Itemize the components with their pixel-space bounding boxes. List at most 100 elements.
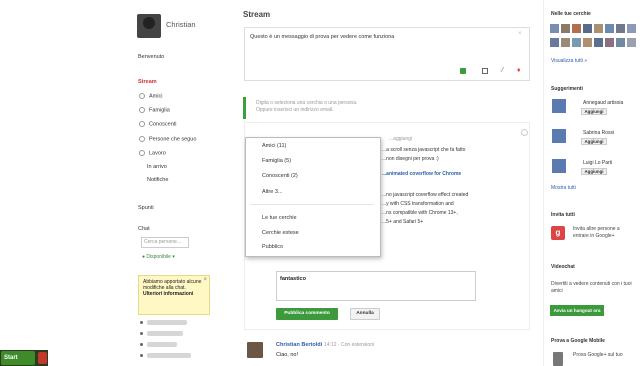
contact-thumb[interactable] [594, 38, 603, 47]
blurred-contact-name [147, 331, 183, 336]
dropdown-item-your-circles[interactable]: Le tue cerchie [262, 215, 297, 221]
recipient-input-hint[interactable]: Digita o seleziona una cerchia o una per… [256, 100, 366, 114]
dropdown-item-acquaintances[interactable]: Conoscenti (2) [262, 173, 298, 179]
show-all-link[interactable]: Mostra tutti [551, 185, 576, 191]
compose-indicator [243, 97, 246, 119]
nav-notifications[interactable]: Notifiche [147, 177, 168, 183]
dropdown-item-family[interactable]: Famiglia (5) [262, 158, 291, 164]
comment-text[interactable]: fantastico [280, 276, 306, 282]
invite-text[interactable]: Invita altre persone a entrare in Google… [573, 226, 635, 239]
chat-status-select[interactable]: ● Disponibile ▾ [142, 254, 175, 260]
post-comment-header: ...aggiungi [389, 136, 413, 142]
contact-thumb[interactable] [561, 38, 570, 47]
contact-thumb[interactable] [594, 24, 603, 33]
notice-text: Abbiamo apportato alcune modifiche alla … [143, 279, 202, 291]
google-mobile-text[interactable]: Prova Google+ sul tuo [573, 352, 639, 359]
circle-picker-dropdown [245, 137, 381, 257]
suggestions-title: Suggerimenti [551, 86, 583, 92]
contact-thumb[interactable] [583, 38, 592, 47]
dropdown-divider [250, 204, 374, 205]
mobile-phone-icon [553, 352, 563, 366]
dropdown-item-more[interactable]: Altre 3... [262, 189, 282, 195]
publish-comment-button[interactable]: Pubblica commento [276, 308, 338, 320]
suggestion-avatar[interactable] [552, 159, 566, 173]
profile-name[interactable]: Christian [166, 20, 196, 29]
nav-stream[interactable]: Stream [138, 79, 157, 85]
post-author-name[interactable]: Christian Bertoldi [276, 342, 322, 348]
post-line: ...y with CSS transformation and [382, 201, 454, 207]
add-suggestion-button[interactable]: Aggiungi [581, 108, 607, 115]
contact-thumb[interactable] [616, 38, 625, 47]
share-text[interactable]: Questo è un messaggio di prova per veder… [250, 34, 394, 40]
nav-welcome[interactable]: Benvenuto [138, 54, 164, 60]
suggestion-avatar[interactable] [552, 129, 566, 143]
suggestion-name[interactable]: Sabrina Rossi [583, 130, 614, 136]
contact-thumb[interactable] [550, 38, 559, 47]
nav-incoming[interactable]: In arrivo [147, 164, 167, 170]
taskbar-app-icon[interactable] [38, 352, 47, 364]
photo-icon[interactable] [460, 68, 466, 74]
presence-dot-icon [140, 343, 143, 346]
comment-textarea[interactable] [276, 271, 476, 301]
chat-search-input[interactable]: Cerca persone... [141, 237, 189, 248]
contact-thumb[interactable] [583, 24, 592, 33]
chat-contact[interactable] [140, 330, 210, 338]
presence-dot-icon [140, 332, 143, 335]
add-suggestion-button[interactable]: Aggiungi [581, 138, 607, 145]
video-icon[interactable] [482, 68, 488, 74]
circle-item-work[interactable]: Lavoro [139, 150, 166, 156]
presence-dot-icon [140, 321, 143, 324]
circle-dot-icon [139, 136, 145, 142]
contact-thumb[interactable] [561, 24, 570, 33]
dropdown-item-extended-circles[interactable]: Cerchie estese [262, 230, 299, 236]
contact-thumb[interactable] [627, 38, 636, 47]
chat-contact[interactable] [140, 341, 210, 349]
contact-thumb[interactable] [627, 24, 636, 33]
blurred-contact-name [147, 342, 177, 347]
dropdown-item-public[interactable]: Pubblico [262, 244, 283, 250]
post-menu-icon[interactable] [521, 129, 528, 136]
suggestion-name[interactable]: Luigi Lo Parti [583, 160, 612, 166]
avatar[interactable] [137, 14, 161, 38]
circle-dot-icon [139, 93, 145, 99]
contact-thumb[interactable] [616, 24, 625, 33]
post-line: ...5+ and Safari 5+ [382, 219, 424, 225]
suggestion-avatar[interactable] [552, 99, 566, 113]
link-icon[interactable]: ⁄ [502, 67, 508, 74]
location-pin-icon[interactable]: ♦ [517, 67, 523, 74]
circle-dot-icon [139, 150, 145, 156]
chat-contact[interactable] [140, 319, 210, 327]
cancel-button[interactable]: Annulla [350, 308, 380, 320]
contact-thumb[interactable] [572, 38, 581, 47]
blurred-contact-name [147, 320, 187, 325]
google-plus-icon: g [551, 226, 565, 240]
post-author-avatar[interactable] [247, 342, 263, 358]
videochat-text: Divertiti a vedere contenuti con i tuoi … [551, 281, 632, 294]
contact-thumb[interactable] [605, 24, 614, 33]
circle-item-friends[interactable]: Amici [139, 93, 162, 99]
close-icon[interactable]: × [518, 31, 522, 37]
post-text: Ciao, no! [276, 352, 299, 358]
start-button[interactable]: Start [1, 351, 35, 365]
google-mobile-title: Prova a Google Mobile [551, 338, 605, 344]
contact-thumb[interactable] [550, 24, 559, 33]
circle-dot-icon [139, 121, 145, 127]
view-all-link[interactable]: Visualizza tutti » [551, 58, 587, 64]
start-hangout-button[interactable]: Avvia un hangout ora [550, 305, 604, 316]
nav-sparks[interactable]: Spunti [138, 205, 154, 211]
post-line: ...a scroll senza javascript che fa fatt… [382, 147, 466, 153]
close-icon[interactable]: × [203, 277, 207, 283]
suggestion-name[interactable]: Annegaud artisoia [583, 100, 623, 106]
in-circles-title: Nelle tue cerchie [551, 11, 591, 17]
notice-link[interactable]: Ulteriori informazioni [143, 291, 205, 297]
contact-thumb[interactable] [572, 24, 581, 33]
blurred-contact-name [147, 353, 191, 358]
circle-item-acquaintances[interactable]: Conoscenti [139, 121, 177, 127]
chat-contact[interactable] [140, 352, 210, 360]
dropdown-item-friends[interactable]: Amici (11) [262, 143, 286, 149]
contact-thumb[interactable] [605, 38, 614, 47]
post-link[interactable]: ...animated coverflow for Chrome [382, 171, 461, 177]
circle-item-family[interactable]: Famiglia [139, 107, 170, 113]
add-suggestion-button[interactable]: Aggiungi [581, 168, 607, 175]
circle-item-following[interactable]: Persone che seguo [139, 136, 196, 142]
